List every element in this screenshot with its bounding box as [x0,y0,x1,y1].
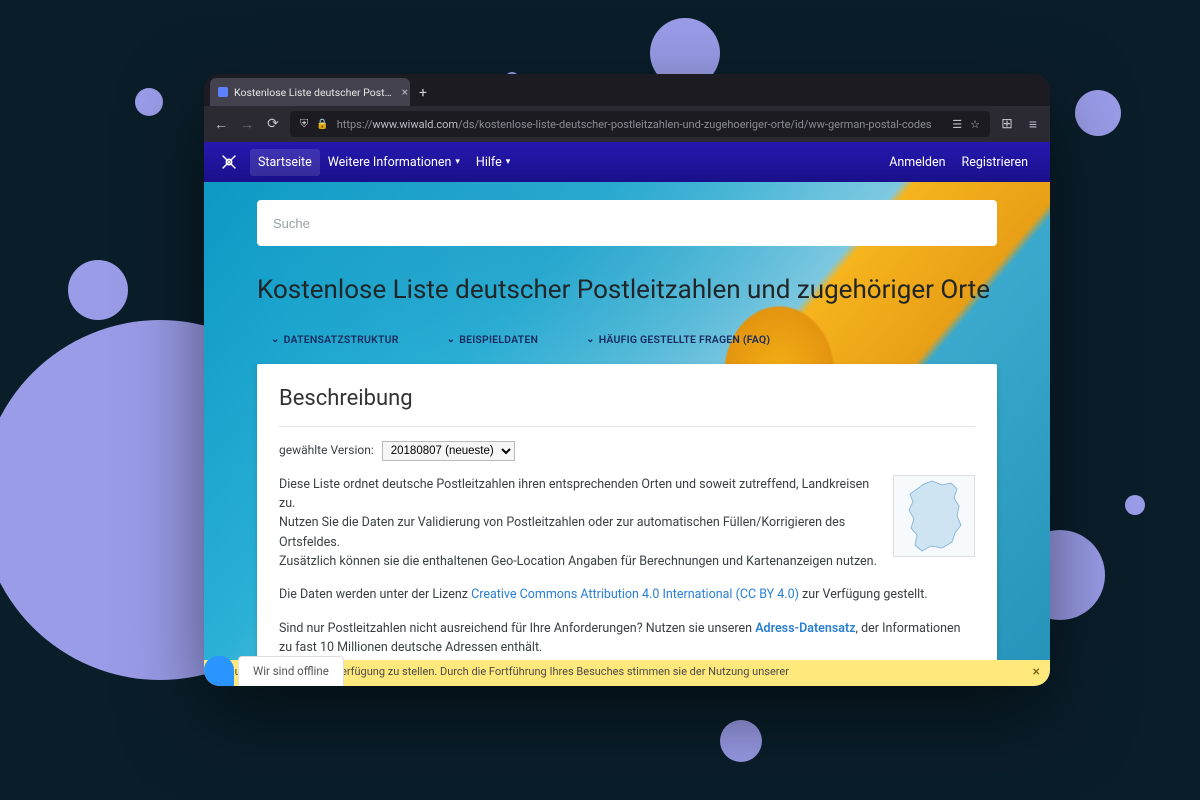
anchor-sample[interactable]: ⌄BEISPIELDATEN [447,333,538,346]
desc-paragraph-address: Sind nur Postleitzahlen nicht ausreichen… [279,619,975,658]
tab-title: Kostenlose Liste deutscher Post… [234,86,392,99]
bookmark-icon[interactable]: ☆ [970,118,980,131]
site-logo-icon[interactable] [218,151,240,173]
nav-register[interactable]: Registrieren [954,149,1037,176]
address-dataset-link[interactable]: Adress-Datensatz [755,621,855,636]
hero-section: Kostenlose Liste deutscher Postleitzahle… [204,182,1050,686]
nav-home[interactable]: Startseite [250,149,320,176]
description-heading: Beschreibung [279,382,975,416]
tab-favicon [218,87,228,97]
cookie-close-icon[interactable]: × [1033,664,1040,680]
version-label: gewählte Version: [279,441,374,460]
chevrons-down-icon: ⌄ [271,334,280,345]
map-thumbnail[interactable] [893,475,975,557]
new-tab-button[interactable]: + [410,80,436,106]
anchor-links: ⌄DATENSATZSTRUKTUR ⌄BEISPIELDATEN ⌄HÄUFI… [257,333,997,346]
shield-icon: ⛨ [300,117,308,131]
bg-circle [720,720,762,762]
extensions-icon[interactable]: ⊞ [998,116,1016,132]
reader-icon[interactable]: ☰ [952,118,962,131]
bg-circle [1075,90,1121,136]
browser-tab[interactable]: Kostenlose Liste deutscher Post… × [210,78,410,106]
lock-icon: 🔒 [316,119,328,130]
chat-status-label: Wir sind offline [238,656,344,686]
bg-circle [120,620,174,674]
bg-circle [1125,495,1145,515]
browser-tabstrip: Kostenlose Liste deutscher Post… × + [204,74,1050,106]
chevrons-down-icon: ⌄ [447,334,456,345]
page-title: Kostenlose Liste deutscher Postleitzahle… [257,274,997,307]
anchor-structure[interactable]: ⌄DATENSATZSTRUKTUR [271,333,399,346]
url-text: https://www.wiwald.com/ds/kostenlose-lis… [337,118,945,131]
nav-more-info[interactable]: Weitere Informationen ▾ [320,149,468,176]
chat-bubble-icon[interactable] [204,656,234,686]
nav-login[interactable]: Anmelden [881,149,953,176]
nav-reload-icon[interactable]: ⟳ [264,116,282,132]
chevrons-down-icon: ⌄ [586,334,595,345]
bg-circle [135,88,163,116]
bg-circle [68,260,128,320]
version-select[interactable]: 20180807 (neueste) [382,441,515,461]
nav-back-icon[interactable]: ← [212,116,230,133]
browser-window: Kostenlose Liste deutscher Post… × + ← →… [204,74,1050,686]
url-bar[interactable]: ⛨ 🔒 https://www.wiwald.com/ds/kostenlose… [290,111,990,137]
divider [279,426,975,427]
page-viewport: Startseite Weitere Informationen ▾ Hilfe… [204,142,1050,686]
browser-toolbar: ← → ⟳ ⛨ 🔒 https://www.wiwald.com/ds/kost… [204,106,1050,142]
nav-help[interactable]: Hilfe ▾ [468,149,518,176]
desc-paragraph-1: Diese Liste ordnet deutsche Postleitzahl… [279,475,975,572]
site-navbar: Startseite Weitere Informationen ▾ Hilfe… [204,142,1050,182]
desc-paragraph-license: Die Daten werden unter der Lizenz Creati… [279,585,975,604]
chevron-down-icon: ▾ [455,157,460,167]
chevron-down-icon: ▾ [506,157,511,167]
nav-forward-icon[interactable]: → [238,116,256,133]
app-menu-icon[interactable]: ≡ [1024,116,1042,133]
tab-close-icon[interactable]: × [398,85,408,99]
search-input[interactable] [273,216,981,231]
anchor-faq[interactable]: ⌄HÄUFIG GESTELLTE FRAGEN (FAQ) [586,333,770,346]
search-box[interactable] [257,200,997,246]
description-card: Beschreibung gewählte Version: 20180807 … [257,364,997,687]
version-row: gewählte Version: 20180807 (neueste) [279,441,975,461]
license-link[interactable]: Creative Commons Attribution 4.0 Interna… [471,587,799,602]
bg-circle [140,530,158,548]
chat-widget[interactable]: Wir sind offline [204,656,344,686]
